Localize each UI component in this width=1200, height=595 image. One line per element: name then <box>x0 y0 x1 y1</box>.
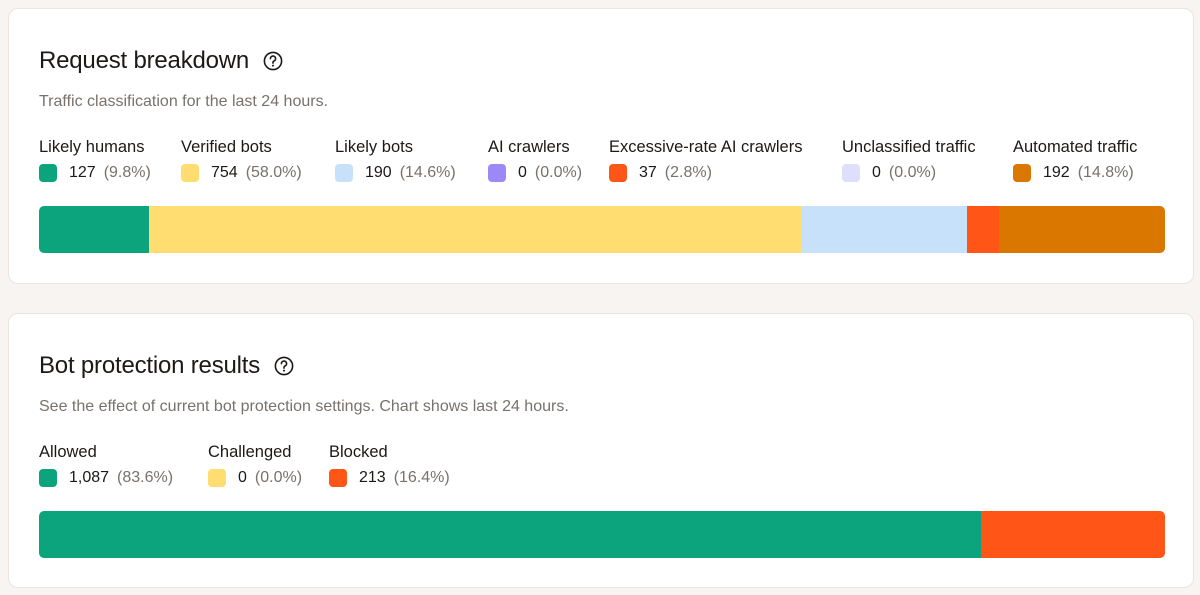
legend-count: 0 <box>872 164 881 181</box>
request-breakdown-description: Traffic classification for the last 24 h… <box>39 93 329 110</box>
legend-label: Verified bots <box>181 138 272 156</box>
legend-swatch <box>181 164 199 182</box>
legend-percent: (16.4%) <box>393 469 450 486</box>
bot-protection-heading: Bot protection results <box>39 352 294 380</box>
bot-protection-legend: Allowed 1,087 (83.6%) Challenged 0 (0.0%… <box>9 442 1193 492</box>
legend-percent: (14.6%) <box>399 164 456 181</box>
legend-item-verified-bots: Verified bots 754 (58.0%) <box>181 137 302 182</box>
legend-item-challenged: Challenged 0 (0.0%) <box>208 442 302 487</box>
legend-swatch <box>39 164 57 182</box>
legend-item-ai-crawlers: AI crawlers 0 (0.0%) <box>488 137 582 182</box>
bot-protection-description: See the effect of current bot protection… <box>39 398 569 415</box>
legend-label: AI crawlers <box>488 138 570 156</box>
legend-item-excessive-rate-ai-crawlers: Excessive-rate AI crawlers 37 (2.8%) <box>609 137 802 182</box>
bar-segment-likely-humans[interactable] <box>39 206 149 253</box>
legend-swatch <box>609 164 627 182</box>
legend-swatch <box>329 469 347 487</box>
legend-item-likely-humans: Likely humans 127 (9.8%) <box>39 137 151 182</box>
bot-protection-bar <box>39 511 1165 558</box>
legend-percent: (2.8%) <box>664 164 712 181</box>
legend-percent: (0.0%) <box>534 164 583 181</box>
legend-swatch <box>39 469 57 487</box>
legend-item-likely-bots: Likely bots 190 (14.6%) <box>335 137 456 182</box>
legend-label: Challenged <box>208 443 292 461</box>
bar-segment-blocked[interactable] <box>980 511 1165 558</box>
legend-count: 754 <box>211 164 238 181</box>
legend-percent: (14.8%) <box>1077 164 1134 181</box>
legend-label: Excessive-rate AI crawlers <box>609 138 803 156</box>
request-breakdown-title: Request breakdown <box>39 47 250 74</box>
legend-percent: (83.6%) <box>117 469 174 486</box>
legend-percent: (58.0%) <box>245 164 302 181</box>
legend-item-blocked: Blocked 213 (16.4%) <box>329 442 450 487</box>
request-breakdown-legend: Likely humans 127 (9.8%) Verified bots 7… <box>9 137 1193 187</box>
legend-label: Likely bots <box>335 138 413 156</box>
help-icon[interactable] <box>263 51 283 71</box>
legend-count: 37 <box>639 164 657 181</box>
legend-swatch <box>1013 164 1031 182</box>
legend-item-unclassified-traffic: Unclassified traffic 0 (0.0%) <box>842 137 976 182</box>
legend-percent: (0.0%) <box>888 164 937 181</box>
bot-protection-title: Bot protection results <box>39 352 261 379</box>
legend-count: 0 <box>518 164 527 181</box>
bar-segment-allowed[interactable] <box>39 511 981 558</box>
bar-segment-likely-bots[interactable] <box>802 206 967 253</box>
legend-count: 127 <box>69 164 96 181</box>
legend-swatch <box>335 164 353 182</box>
legend-count: 0 <box>238 469 247 486</box>
legend-percent: (9.8%) <box>103 164 151 181</box>
legend-label: Unclassified traffic <box>842 138 976 156</box>
legend-label: Likely humans <box>39 138 145 156</box>
legend-count: 213 <box>359 469 386 486</box>
legend-item-automated-traffic: Automated traffic 192 (14.8%) <box>1013 137 1137 182</box>
bar-segment-verified-bots[interactable] <box>149 206 803 253</box>
legend-label: Allowed <box>39 443 97 461</box>
legend-swatch <box>842 164 860 182</box>
bar-segment-automated-traffic[interactable] <box>998 206 1165 253</box>
legend-label: Blocked <box>329 443 388 461</box>
legend-swatch <box>208 469 226 487</box>
request-breakdown-heading: Request breakdown <box>39 47 283 75</box>
request-breakdown-bar <box>39 206 1165 253</box>
bot-protection-card: Bot protection results See the effect of… <box>8 313 1194 588</box>
legend-count: 1,087 <box>69 469 110 486</box>
legend-item-allowed: Allowed 1,087 (83.6%) <box>39 442 173 487</box>
legend-label: Automated traffic <box>1013 138 1138 156</box>
request-breakdown-card: Request breakdown Traffic classification… <box>8 8 1194 284</box>
legend-swatch <box>488 164 506 182</box>
legend-count: 190 <box>365 164 392 181</box>
help-icon[interactable] <box>274 356 294 376</box>
bar-segment-excessive-rate-ai-crawlers[interactable] <box>966 206 999 253</box>
legend-count: 192 <box>1043 164 1070 181</box>
legend-percent: (0.0%) <box>254 469 303 486</box>
